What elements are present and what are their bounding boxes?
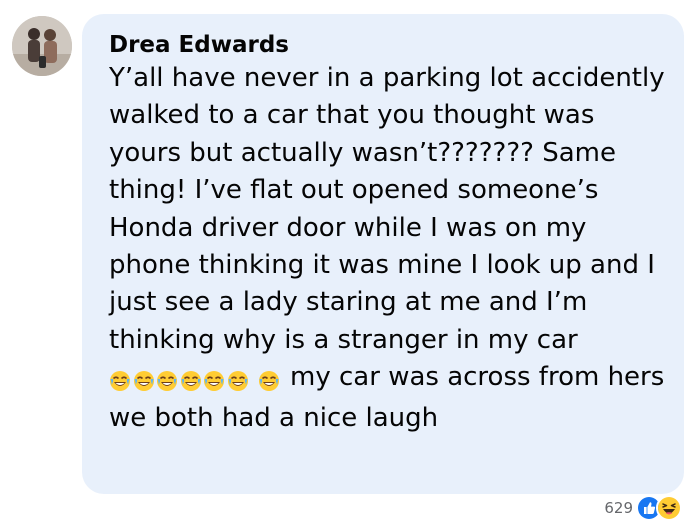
tears-of-joy-emoji [203,370,225,392]
tears-of-joy-emoji [258,370,280,392]
tears-of-joy-emoji [180,370,202,392]
comment-bubble: Drea Edwards Y’all have never in a parki… [82,14,684,494]
comment-thread: Drea Edwards Y’all have never in a parki… [0,0,700,527]
comment-author[interactable]: Drea Edwards [109,32,289,58]
reaction-count: 629 [604,499,633,517]
tears-of-joy-emoji [156,370,178,392]
haha-icon [656,495,682,521]
tears-of-joy-emoji [109,370,131,392]
avatar[interactable] [12,16,72,76]
reactions-summary[interactable]: 629 [604,495,682,521]
comment-text: Y’all have never in a parking lot accide… [109,60,669,437]
tears-of-joy-emoji [227,370,249,392]
emoji-group [258,362,282,399]
comment-text-part: Y’all have never in a parking lot accide… [109,63,665,355]
tears-of-joy-emoji [133,370,155,392]
emoji-group [109,362,250,399]
